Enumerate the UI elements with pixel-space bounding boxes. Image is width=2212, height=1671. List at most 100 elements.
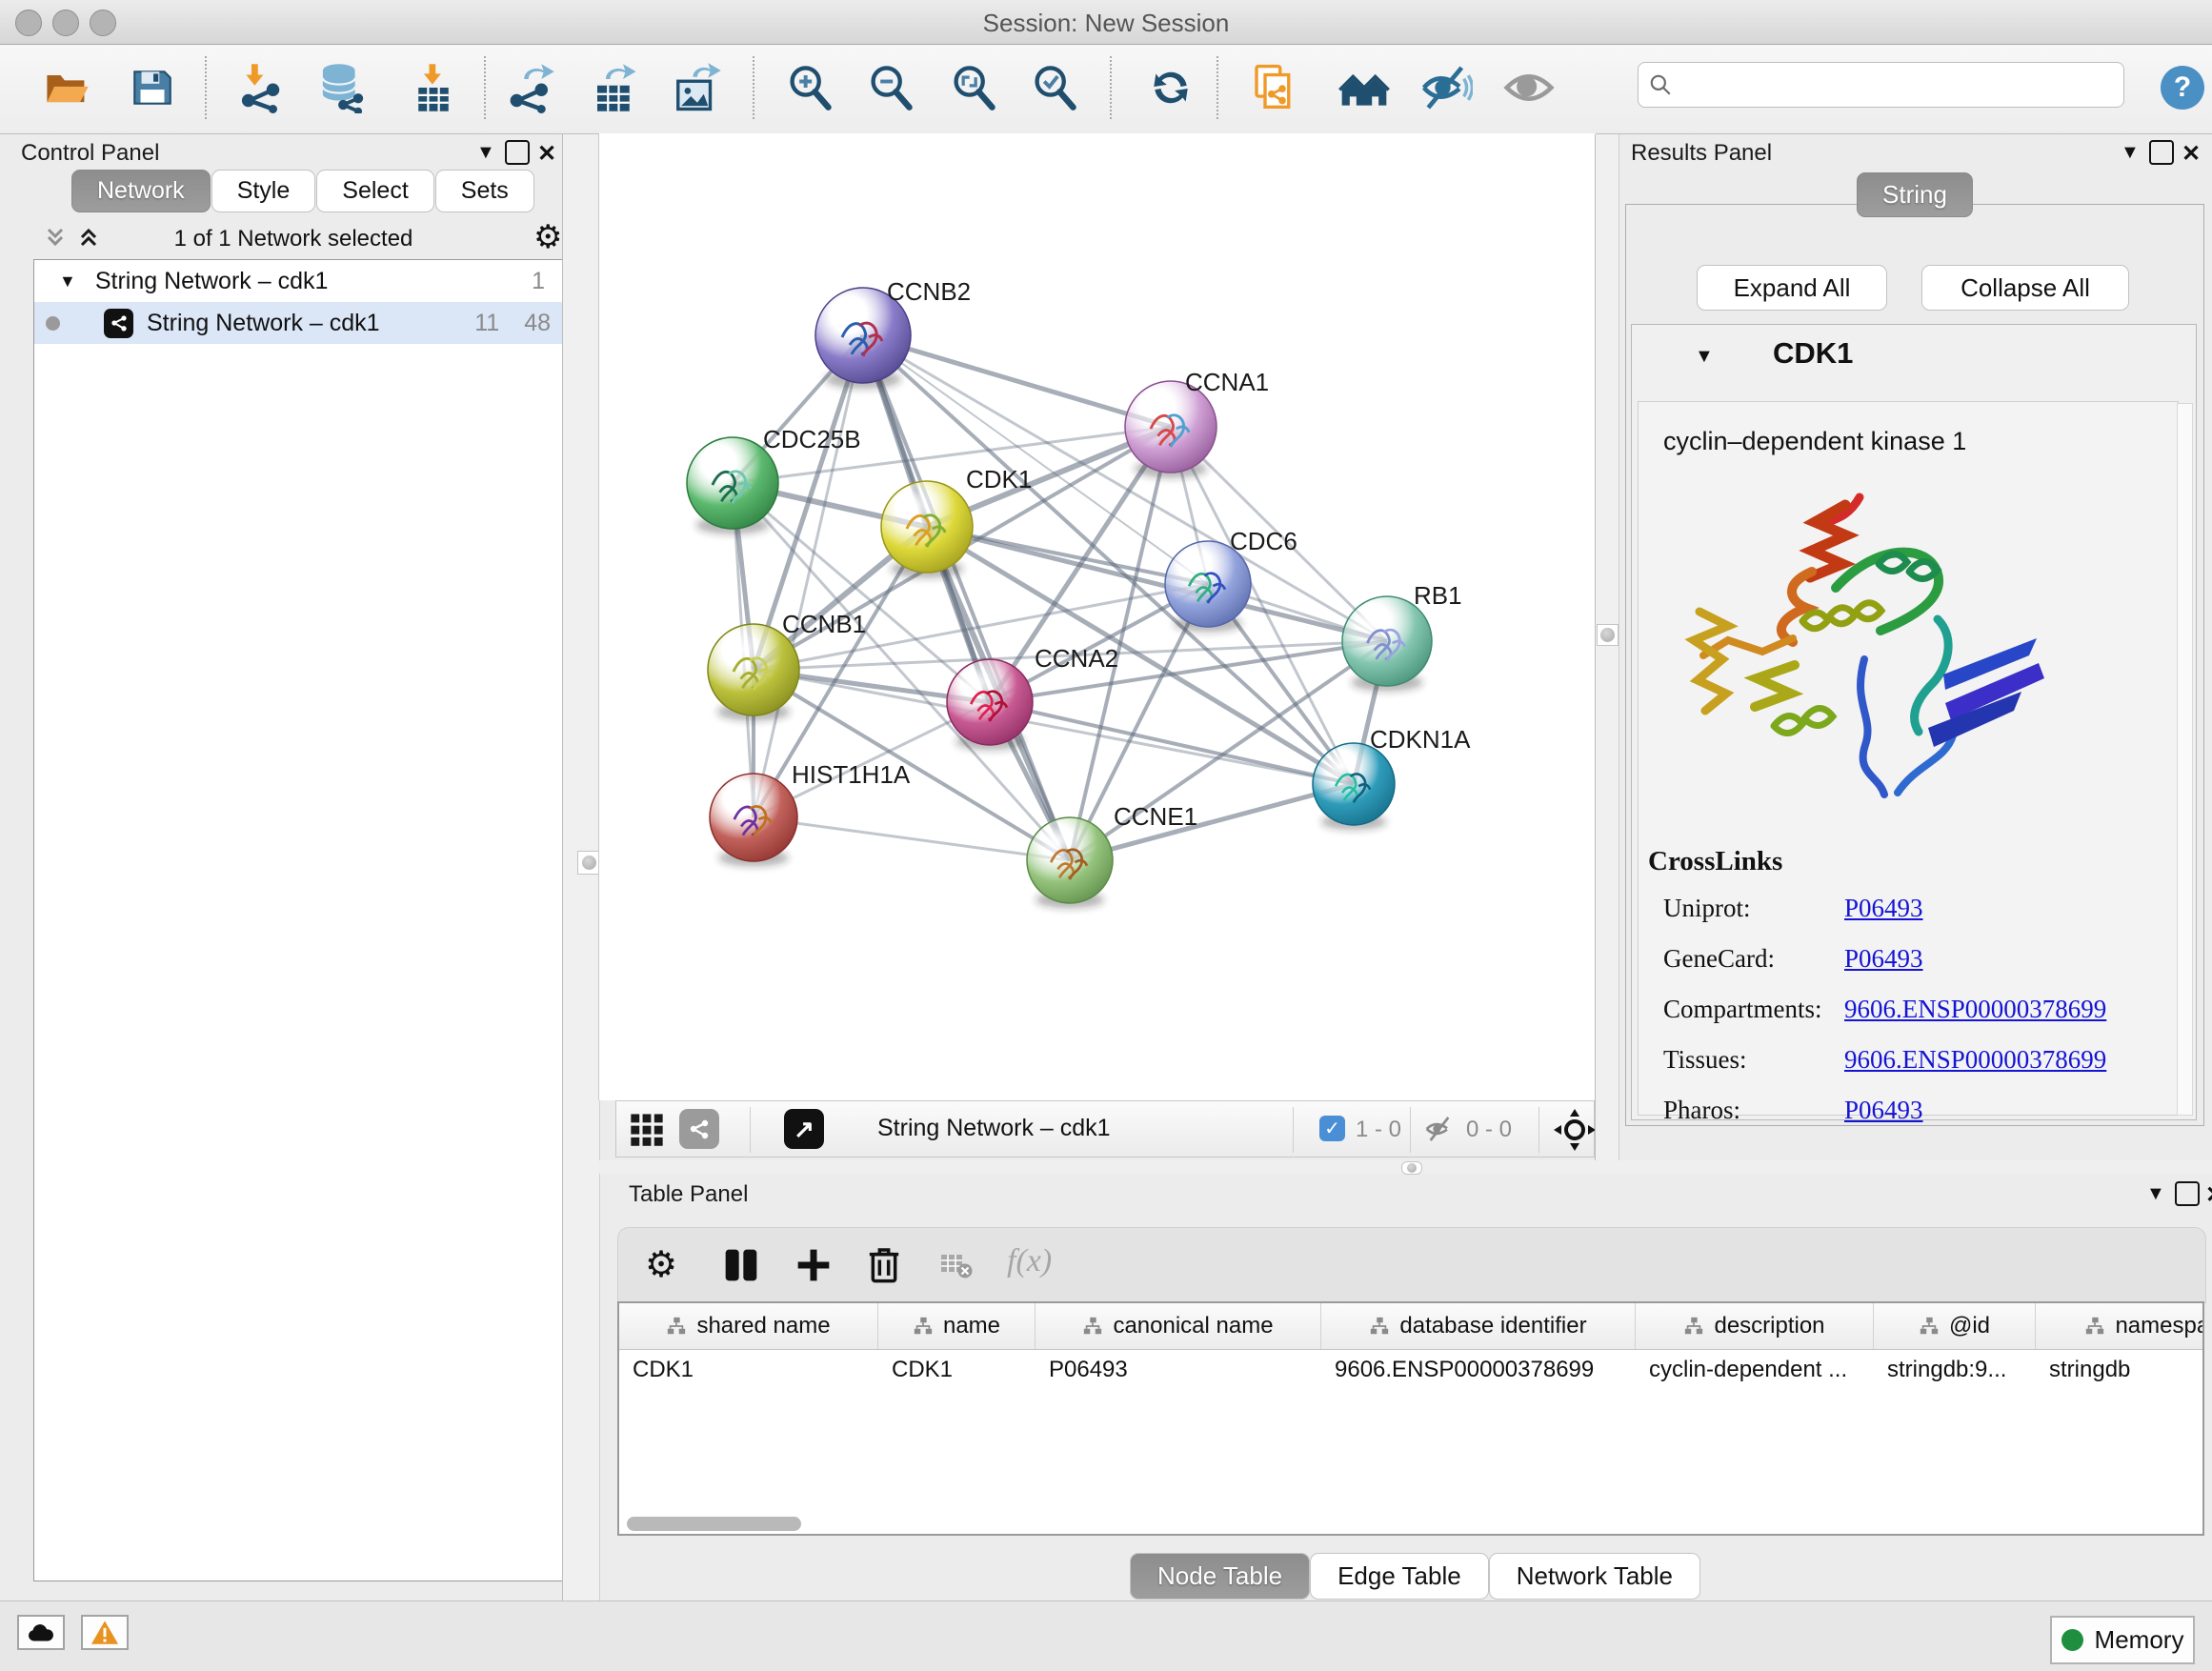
table-row[interactable]: CDK1CDK1P064939606.ENSP00000378699cyclin… <box>619 1350 2202 1390</box>
panel-menu-icon[interactable]: ▼ <box>2146 1183 2165 1205</box>
node-CDKN1A[interactable] <box>1313 743 1395 825</box>
network-badge-button[interactable] <box>679 1109 719 1149</box>
table-cell[interactable]: cyclin-dependent ... <box>1636 1357 1874 1383</box>
show-all-button[interactable] <box>1498 56 1560 119</box>
column-header-label: shared name <box>696 1313 830 1339</box>
delete-column-button[interactable] <box>864 1243 904 1288</box>
node-RB1[interactable] <box>1342 596 1432 686</box>
search-input[interactable] <box>1680 70 2114 99</box>
column-header-canonical-name[interactable]: canonical name <box>1036 1303 1321 1349</box>
birds-eye-view-button[interactable] <box>1552 1107 1598 1158</box>
first-neighbors-button[interactable] <box>1333 56 1396 119</box>
import-network-from-database-button[interactable] <box>310 56 372 119</box>
warnings-button[interactable] <box>81 1615 129 1650</box>
open-session-button[interactable] <box>35 56 98 119</box>
edge-CDKN1A-CCNE1[interactable] <box>1070 784 1354 860</box>
node-HIST1H1A[interactable] <box>710 774 797 861</box>
zoom-selected-button[interactable] <box>1023 56 1086 119</box>
column-header-shared-name[interactable]: shared name <box>619 1303 878 1349</box>
close-panel-icon[interactable]: ✕ <box>2205 1181 2212 1209</box>
tree-expander-icon[interactable]: ▼ <box>59 272 76 292</box>
node-CCNE1[interactable] <box>1027 817 1113 903</box>
collapse-all-button[interactable]: Collapse All <box>1921 265 2129 311</box>
float-panel-icon[interactable] <box>2175 1181 2200 1206</box>
show-columns-button[interactable] <box>721 1245 761 1290</box>
left-splitter[interactable] <box>562 134 600 1601</box>
delete-table-button[interactable] <box>940 1253 973 1284</box>
right-splitter[interactable] <box>1595 134 1619 1160</box>
table-cell[interactable]: CDK1 <box>619 1357 878 1383</box>
cloud-status-button[interactable] <box>17 1615 65 1650</box>
column-header-namespace[interactable]: namespace <box>2036 1303 2204 1349</box>
edge-CCNA2-CDKN1A[interactable] <box>990 702 1354 784</box>
splitter-handle[interactable] <box>1597 624 1619 646</box>
tab-edge-table[interactable]: Edge Table <box>1310 1553 1489 1600</box>
create-column-button[interactable] <box>794 1245 834 1290</box>
crosslink-link[interactable]: 9606.ENSP00000378699 <box>1844 995 2106 1024</box>
column-header-@id[interactable]: @id <box>1874 1303 2036 1349</box>
horizontal-splitter[interactable] <box>598 1160 2212 1174</box>
help-button[interactable]: ? <box>2161 66 2204 110</box>
tab-style[interactable]: Style <box>211 170 316 212</box>
network-row[interactable]: String Network – cdk1 11 48 <box>34 302 564 344</box>
tab-node-table[interactable]: Node Table <box>1130 1553 1310 1600</box>
node-CDK1[interactable] <box>881 481 973 573</box>
column-tree-icon <box>666 1316 687 1337</box>
import-network-button[interactable] <box>229 56 292 119</box>
tab-select[interactable]: Select <box>316 170 433 212</box>
expand-all-trees-button[interactable] <box>77 226 100 253</box>
table-horizontal-scrollbar[interactable] <box>627 1517 801 1531</box>
table-cell[interactable]: 9606.ENSP00000378699 <box>1321 1357 1636 1383</box>
table-cell[interactable]: P06493 <box>1036 1357 1321 1383</box>
table-options-gear-icon[interactable]: ⚙ <box>645 1243 677 1286</box>
close-panel-icon[interactable]: ✕ <box>537 140 556 168</box>
selected-indicator-checkbox[interactable]: ✓ <box>1319 1116 1345 1141</box>
splitter-handle[interactable] <box>1401 1161 1422 1175</box>
tab-network-table[interactable]: Network Table <box>1489 1553 1700 1600</box>
column-header-name[interactable]: name <box>878 1303 1036 1349</box>
collapse-all-trees-button[interactable] <box>44 226 67 253</box>
crosslink-link[interactable]: P06493 <box>1844 944 1923 974</box>
tab-network[interactable]: Network <box>71 170 211 212</box>
panel-menu-icon[interactable]: ▼ <box>2121 142 2140 164</box>
zoom-fit-button[interactable] <box>942 56 1005 119</box>
panel-menu-icon[interactable]: ▼ <box>476 142 495 164</box>
float-panel-icon[interactable] <box>505 140 530 165</box>
function-builder-button[interactable]: f(x) <box>1007 1243 1052 1279</box>
table-cell[interactable]: CDK1 <box>878 1357 1036 1383</box>
table-cell[interactable]: stringdb:9... <box>1874 1357 2036 1383</box>
hide-selected-button[interactable] <box>1415 56 1478 119</box>
zoom-in-button[interactable] <box>778 56 841 119</box>
save-session-button[interactable] <box>121 56 184 119</box>
section-expander-icon[interactable]: ▼ <box>1695 346 1714 368</box>
apply-layout-button[interactable] <box>1139 56 1202 119</box>
results-scrollbar[interactable] <box>2177 403 2193 1116</box>
crosslink-link[interactable]: P06493 <box>1844 894 1923 923</box>
clone-network-button[interactable] <box>1242 56 1305 119</box>
crosslink-link[interactable]: P06493 <box>1844 1096 1923 1125</box>
tab-sets[interactable]: Sets <box>435 170 534 212</box>
column-header-description[interactable]: description <box>1636 1303 1874 1349</box>
crosslink-link[interactable]: 9606.ENSP00000378699 <box>1844 1045 2106 1075</box>
float-panel-icon[interactable] <box>2149 140 2174 165</box>
export-table-button[interactable] <box>583 56 646 119</box>
network-graph[interactable]: CCNB2CCNA1CDC25BCDK1CDC6RB1CCNB1CCNA2CDK… <box>599 133 1596 1100</box>
edge-CCNB2-HIST1H1A[interactable] <box>754 335 863 817</box>
tab-string[interactable]: String <box>1857 172 1973 217</box>
grid-view-button[interactable] <box>628 1110 666 1153</box>
column-header-database-identifier[interactable]: database identifier <box>1321 1303 1636 1349</box>
memory-button[interactable]: Memory <box>2050 1616 2195 1664</box>
open-in-window-button[interactable]: ↗ <box>784 1109 824 1149</box>
import-table-button[interactable] <box>402 56 465 119</box>
edge-HIST1H1A-CCNE1[interactable] <box>754 817 1070 860</box>
expand-all-button[interactable]: Expand All <box>1697 265 1887 311</box>
network-view-canvas[interactable]: CCNB2CCNA1CDC25BCDK1CDC6RB1CCNB1CCNA2CDK… <box>598 133 1596 1100</box>
export-image-button[interactable] <box>666 56 729 119</box>
export-network-button[interactable] <box>499 56 562 119</box>
node-CCNA2[interactable] <box>947 659 1033 745</box>
close-panel-icon[interactable]: ✕ <box>2182 140 2201 168</box>
zoom-out-button[interactable] <box>859 56 922 119</box>
network-collection-row[interactable]: ▼ String Network – cdk1 1 <box>34 260 564 302</box>
table-cell[interactable]: stringdb <box>2036 1357 2204 1383</box>
network-options-gear-icon[interactable]: ⚙ <box>533 218 562 256</box>
